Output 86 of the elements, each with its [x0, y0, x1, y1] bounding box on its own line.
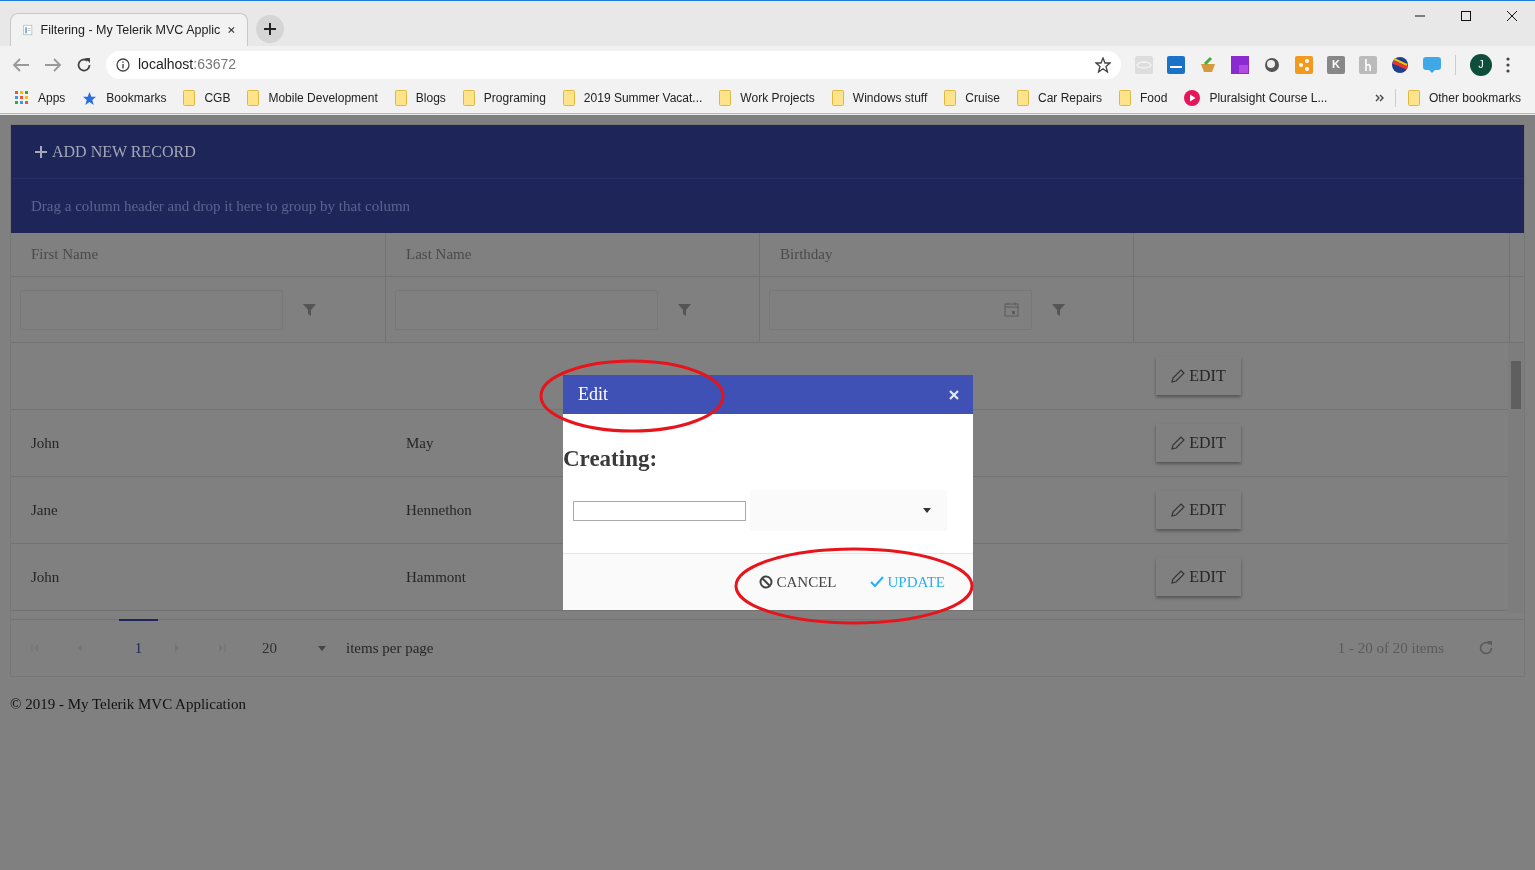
- pencil-icon: [1171, 436, 1186, 450]
- folder-icon: [719, 90, 732, 106]
- info-icon[interactable]: [116, 57, 130, 72]
- folder-icon: [562, 90, 575, 106]
- address-bar[interactable]: localhost:63672: [106, 50, 1121, 79]
- table-cell-text: Jane: [31, 500, 58, 520]
- extension-button[interactable]: K: [1327, 55, 1345, 74]
- bookmark-link[interactable]: Apps: [38, 89, 66, 107]
- plus-icon: [35, 145, 47, 158]
- refresh-icon[interactable]: [1478, 640, 1494, 656]
- table-cell-text: John: [31, 567, 60, 587]
- bookmark-link[interactable]: Car Repairs: [1038, 89, 1103, 107]
- folder-icon: [944, 90, 957, 106]
- caret-icon: [318, 645, 326, 651]
- profile-avatar[interactable]: J: [1470, 53, 1492, 76]
- browser-tab[interactable]: Filtering - My Telerik MVC Applic: [10, 13, 248, 46]
- bookmark-link[interactable]: Bookmarks: [106, 89, 167, 107]
- bookmark-link[interactable]: Cruise: [965, 89, 1000, 107]
- bookmark-link[interactable]: Pluralsight Course L...: [1209, 89, 1328, 107]
- folder-icon: [1407, 90, 1420, 106]
- play-icon: [1184, 90, 1201, 106]
- star-icon[interactable]: [1095, 56, 1111, 73]
- maximize-icon[interactable]: [1461, 11, 1471, 21]
- filter-field[interactable]: [769, 289, 1032, 330]
- edit-button[interactable]: EDIT: [1156, 491, 1241, 529]
- dropdown-field[interactable]: [750, 490, 947, 531]
- bookmark-link[interactable]: Mobile Development: [268, 89, 378, 107]
- star-icon: [82, 90, 98, 106]
- close-icon[interactable]: [1507, 11, 1517, 21]
- edit-button[interactable]: EDIT: [1156, 558, 1241, 596]
- bookmark-link[interactable]: CGB: [204, 89, 231, 107]
- extension-icon[interactable]: [1391, 55, 1409, 74]
- table-cell-text: John: [31, 433, 60, 453]
- folder-icon: [183, 90, 196, 106]
- menu-icon[interactable]: [1506, 56, 1510, 73]
- text-field[interactable]: [573, 500, 746, 521]
- edit-button[interactable]: EDIT: [1156, 357, 1241, 395]
- new-tab-button[interactable]: [256, 15, 284, 43]
- folder-icon: [394, 90, 407, 106]
- check-icon: [870, 576, 885, 588]
- pencil-icon: [1171, 570, 1186, 584]
- cancel-button[interactable]: CANCEL: [759, 570, 837, 594]
- folder-icon: [1017, 90, 1029, 106]
- caret-icon: [923, 508, 931, 513]
- dialog-heading: Creating:: [563, 447, 659, 470]
- bookmark-link[interactable]: Work Projects: [740, 89, 815, 107]
- tab-title: Filtering - My Telerik MVC Applic: [40, 21, 221, 39]
- url-text: localhost:63672: [138, 55, 238, 74]
- filter-icon[interactable]: [678, 303, 691, 316]
- bookmark-link[interactable]: Other bookmarks: [1428, 89, 1521, 107]
- bookmark-link[interactable]: Programing: [483, 89, 546, 107]
- filter-icon[interactable]: [303, 303, 316, 316]
- add-record-button[interactable]: ADD NEW RECORD: [35, 139, 196, 164]
- folder-icon: [462, 90, 475, 106]
- apps-grid-icon: [15, 91, 29, 105]
- bookmark-link[interactable]: 2019 Summer Vacat...: [583, 89, 703, 107]
- pencil-icon: [1171, 503, 1186, 517]
- group-hint: Drag a column header and drop it here to group by that column: [31, 196, 411, 216]
- bookmark-link[interactable]: Blogs: [415, 89, 446, 107]
- dialog-title: Edit: [578, 383, 608, 406]
- extension-icon[interactable]: [1231, 55, 1249, 74]
- calendar-icon[interactable]: [1004, 302, 1019, 317]
- back-icon[interactable]: [12, 56, 30, 73]
- plus-icon: [264, 23, 276, 35]
- forward-icon[interactable]: [44, 56, 62, 73]
- footer-text: © 2019 - My Telerik MVC Application: [10, 695, 247, 714]
- folder-icon: [1119, 90, 1132, 106]
- bookmark-link[interactable]: Food: [1140, 89, 1168, 107]
- table-cell-text: Hennethon: [406, 500, 472, 520]
- page-button[interactable]: 1: [119, 619, 158, 676]
- bookmark-link[interactable]: Windows stuff: [852, 89, 928, 107]
- folder-icon: [831, 90, 844, 106]
- extension-icon[interactable]: [1263, 55, 1281, 74]
- page-size-label: items per page: [346, 638, 435, 658]
- edit-button[interactable]: EDIT: [1156, 424, 1241, 462]
- pencil-icon: [1171, 369, 1186, 383]
- chevron-icon[interactable]: [1374, 93, 1385, 103]
- folder-icon: [247, 90, 260, 106]
- cancel-icon: [759, 575, 774, 589]
- filter-icon[interactable]: [1052, 303, 1065, 316]
- extension-icon[interactable]: [1167, 55, 1185, 74]
- reload-icon[interactable]: [76, 56, 92, 73]
- close-icon[interactable]: [228, 25, 235, 35]
- page-icon: [23, 22, 33, 38]
- table-cell-text: May: [406, 433, 434, 453]
- table-cell-text: Hammont: [406, 567, 466, 587]
